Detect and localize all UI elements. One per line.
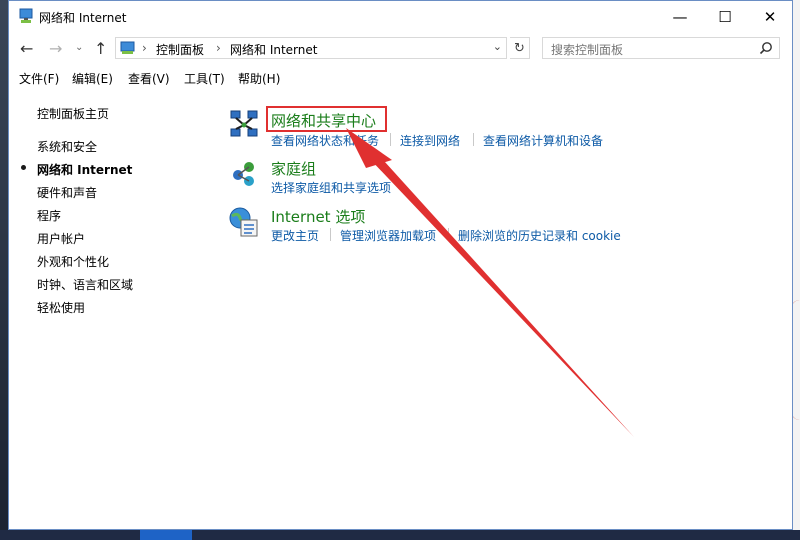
sidebar-item-user-accounts[interactable]: 用户帐户 [37, 230, 85, 247]
refresh-button[interactable]: ↻ [510, 37, 530, 59]
forward-button[interactable]: → [49, 39, 62, 58]
breadcrumb-separator-icon[interactable]: › [216, 41, 221, 55]
sidebar-home-link[interactable]: 控制面板主页 [37, 105, 109, 122]
delete-browsing-history-link[interactable]: 删除浏览的历史记录和 cookie [458, 227, 621, 244]
menu-view[interactable]: 查看(V) [128, 70, 170, 87]
maximize-button[interactable]: ☐ [702, 1, 748, 32]
homegroup-link[interactable]: 家庭组 [271, 158, 316, 179]
desktop-left-edge [0, 0, 8, 540]
breadcrumb-separator-icon[interactable]: › [142, 41, 147, 55]
search-icon[interactable] [759, 41, 773, 58]
title-bar[interactable]: 网络和 Internet — ☐ ✕ [9, 1, 792, 32]
annotation-highlight-box [266, 106, 387, 132]
view-network-computers-link[interactable]: 查看网络计算机和设备 [483, 132, 603, 149]
menu-file[interactable]: 文件(F) [19, 70, 59, 87]
control-panel-window: 网络和 Internet — ☐ ✕ ← → ⌄ ↑ › 控制面板 › 网络和 … [8, 0, 793, 530]
sidebar-item-ease-of-access[interactable]: 轻松使用 [37, 299, 85, 316]
connect-to-network-link[interactable]: 连接到网络 [400, 132, 460, 149]
sidebar-item-network-internet[interactable]: 网络和 Internet [37, 161, 132, 178]
homegroup-sharing-options-link[interactable]: 选择家庭组和共享选项 [271, 179, 391, 196]
address-bar[interactable]: › 控制面板 › 网络和 Internet ⌄ [115, 37, 507, 59]
recent-locations-button[interactable]: ⌄ [75, 42, 83, 53]
change-homepage-link[interactable]: 更改主页 [271, 227, 319, 244]
address-toolbar: ← → ⌄ ↑ › 控制面板 › 网络和 Internet ⌄ ↻ 搜索控制面板 [9, 33, 792, 65]
sidebar-item-hardware-sound[interactable]: 硬件和声音 [37, 184, 97, 201]
sidebar-item-appearance[interactable]: 外观和个性化 [37, 253, 109, 270]
menu-edit[interactable]: 编辑(E) [72, 70, 113, 87]
desktop-right-edge [779, 0, 800, 540]
close-button[interactable]: ✕ [747, 1, 793, 32]
address-dropdown-icon[interactable]: ⌄ [493, 40, 502, 53]
menu-help[interactable]: 帮助(H) [238, 70, 280, 87]
taskbar-active-app[interactable] [140, 530, 192, 540]
search-input[interactable]: 搜索控制面板 [542, 37, 780, 59]
menu-bar: 文件(F) 编辑(E) 查看(V) 工具(T) 帮助(H) [9, 67, 792, 89]
network-sharing-icon[interactable] [229, 109, 259, 144]
menu-tools[interactable]: 工具(T) [184, 70, 225, 87]
homegroup-icon[interactable] [229, 158, 259, 191]
internet-options-link[interactable]: Internet 选项 [271, 206, 365, 227]
search-placeholder: 搜索控制面板 [551, 43, 624, 57]
sidebar-item-clock-region[interactable]: 时钟、语言和区域 [37, 276, 133, 293]
active-item-bullet-icon [21, 165, 26, 170]
window-title: 网络和 Internet [39, 11, 127, 25]
minimize-button[interactable]: — [657, 1, 703, 32]
network-app-icon [18, 8, 34, 27]
breadcrumb-control-panel[interactable]: 控制面板 [156, 41, 204, 58]
view-network-status-link[interactable]: 查看网络状态和任务 [271, 132, 379, 149]
taskbar [0, 530, 800, 540]
back-button[interactable]: ← [20, 39, 33, 58]
manage-addons-link[interactable]: 管理浏览器加载项 [340, 227, 436, 244]
breadcrumb-network-internet[interactable]: 网络和 Internet [230, 41, 317, 58]
internet-options-icon[interactable] [228, 206, 260, 241]
location-icon [120, 41, 136, 58]
sidebar-item-programs[interactable]: 程序 [37, 207, 61, 224]
up-button[interactable]: ↑ [94, 39, 107, 58]
sidebar-item-system-security[interactable]: 系统和安全 [37, 138, 97, 155]
